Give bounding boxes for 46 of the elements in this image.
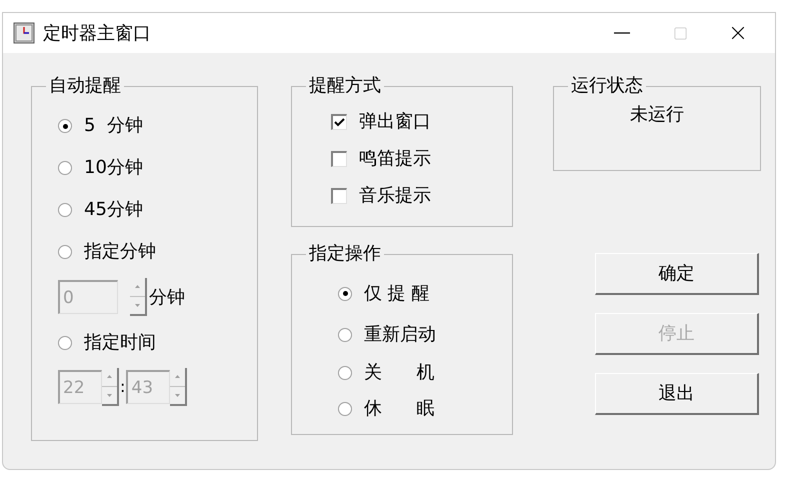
down-arrow-icon <box>107 394 112 397</box>
checkbox-label: 鸣笛提示 <box>359 147 431 171</box>
radio-button[interactable] <box>338 366 352 380</box>
radio-button[interactable] <box>338 286 352 300</box>
radio-button[interactable] <box>58 161 72 175</box>
checkbox-label: 音乐提示 <box>359 184 431 208</box>
radio-button[interactable] <box>338 402 352 416</box>
radio-button[interactable] <box>58 203 72 217</box>
checkbox-label: 弹出窗口 <box>359 110 431 134</box>
checkbox[interactable] <box>331 114 347 130</box>
radio-label: 重新启动 <box>364 326 436 344</box>
radio-label: 指定时间 <box>84 334 156 352</box>
time-separator: : <box>119 376 126 398</box>
group-title: 指定操作 <box>308 245 382 263</box>
check-icon <box>334 118 345 126</box>
radio-label: 关 机 <box>364 364 434 382</box>
maximize-icon <box>672 26 688 40</box>
window-title: 定时器主窗口 <box>43 22 151 46</box>
down-arrow-icon <box>135 304 140 307</box>
checkbox[interactable] <box>331 150 347 166</box>
radio-label: 仅 提 醒 <box>364 284 430 302</box>
radio-label: 5 分钟 <box>84 117 143 135</box>
radio-button[interactable] <box>58 245 72 259</box>
checkbox[interactable] <box>331 188 347 204</box>
dialog-button[interactable]: 退出 <box>595 373 759 415</box>
unit-label: 分钟 <box>149 286 185 310</box>
group-title: 运行状态 <box>570 77 644 95</box>
radio-label: 10分钟 <box>84 159 143 177</box>
group-title: 自动提醒 <box>48 77 122 95</box>
radio-button[interactable] <box>58 336 72 350</box>
radio-label: 指定分钟 <box>84 243 156 261</box>
up-arrow-icon <box>175 375 180 378</box>
radio-label: 休 眠 <box>364 400 434 418</box>
up-arrow-icon <box>135 285 140 288</box>
radio-label: 45分钟 <box>84 201 143 219</box>
group-title: 提醒方式 <box>308 77 382 95</box>
up-arrow-icon <box>107 375 112 378</box>
radio-button[interactable] <box>58 119 72 133</box>
radio-button[interactable] <box>338 328 352 342</box>
minimize-icon <box>614 32 630 34</box>
spin-buttons[interactable] <box>170 368 188 406</box>
down-arrow-icon <box>175 394 180 397</box>
clock-icon <box>13 22 35 44</box>
spin-buttons[interactable] <box>102 368 119 406</box>
dialog-button[interactable]: 确定 <box>595 253 759 295</box>
status-text: 未运行 <box>629 103 685 127</box>
